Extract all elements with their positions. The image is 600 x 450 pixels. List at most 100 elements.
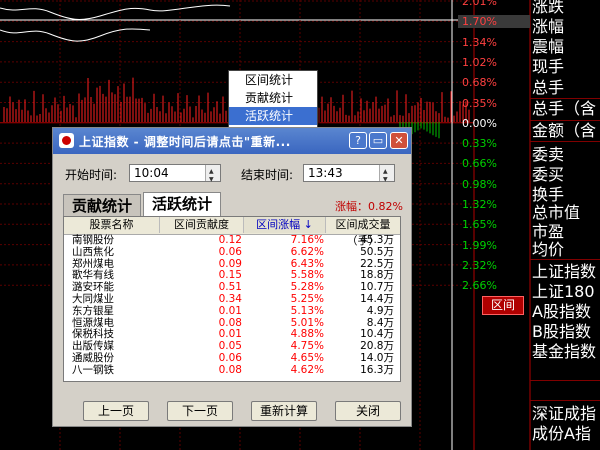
- quote-field: 总手2: [532, 78, 564, 98]
- table-row[interactable]: 恒源煤电 0.08 5.01% 8.4万: [64, 316, 400, 330]
- volume-value: 50.5万: [360, 245, 394, 258]
- column-header-change[interactable]: 区间涨幅 ↓: [244, 217, 326, 233]
- start-time-label: 开始时间:: [65, 168, 118, 182]
- quote-field: 现手: [532, 57, 564, 77]
- prev-page-button[interactable]: 上一页: [83, 401, 149, 421]
- quote-label: 总手（含: [532, 99, 597, 118]
- quote-label: 现手: [532, 57, 565, 76]
- contribution-value: 0.09: [218, 257, 242, 270]
- tab-contribution[interactable]: 贡献统计: [63, 194, 141, 216]
- quote-field[interactable]: 基金指数: [532, 342, 596, 362]
- table-row[interactable]: 大同煤业 0.34 5.25% 14.4万: [64, 293, 400, 306]
- table-row[interactable]: 出版传媒 0.05 4.75% 20.8万: [64, 341, 400, 353]
- change-value: 5.25%: [290, 293, 324, 305]
- percent-axis-label: 2.32%: [462, 258, 497, 272]
- percent-axis-label: 0.66%: [462, 157, 497, 171]
- quote-label: 委卖: [532, 145, 565, 164]
- percent-axis-label: 1.32%: [462, 198, 497, 211]
- volume-value: 16.3万: [360, 363, 394, 376]
- volume-value: 22.5万: [360, 257, 394, 270]
- quote-field: 震幅: [532, 37, 564, 57]
- quote-label: 上证指数: [532, 262, 597, 281]
- start-time-spinner[interactable]: [205, 164, 220, 188]
- stock-name: 南钢股份: [72, 234, 114, 246]
- quote-field: 委卖6: [532, 145, 564, 165]
- quote-field[interactable]: 上证指数: [532, 262, 596, 282]
- contribution-value: 0.08: [218, 363, 242, 376]
- quote-label: 深证成指: [532, 404, 597, 423]
- context-menu: 区间统计 贡献统计 活跃统计: [228, 70, 318, 128]
- contribution-value: 0.01: [218, 328, 242, 341]
- volume-value: 45.3万: [360, 234, 394, 246]
- minimize-icon[interactable]: ▭: [369, 132, 387, 149]
- interval-button[interactable]: 区间: [482, 296, 524, 315]
- average-line: [0, 28, 151, 42]
- quote-field: 总手（含: [532, 99, 596, 119]
- panel-divider: [530, 98, 600, 99]
- quote-field[interactable]: A股指数: [532, 302, 591, 322]
- panel-divider: [530, 380, 600, 381]
- stock-name: 山西焦化: [72, 245, 114, 258]
- stats-table: 股票名称 区间贡献度 区间涨幅 ↓ 区间成交量（手） 南钢股份 0.12 7.16%…: [63, 216, 401, 382]
- percent-axis-label: 1.70%: [458, 15, 530, 29]
- next-page-button[interactable]: 下一页: [167, 401, 233, 421]
- table-row[interactable]: 郑州煤电 0.09 6.43% 22.5万: [64, 257, 400, 271]
- percent-axis-label: 0.68%: [462, 76, 497, 90]
- quote-field: 委买4: [532, 165, 564, 185]
- quote-field[interactable]: 上证180: [532, 282, 595, 302]
- end-time-spinner[interactable]: [379, 164, 394, 188]
- table-row[interactable]: 八一钢铁 0.08 4.62% 16.3万: [64, 363, 400, 377]
- table-row[interactable]: 东方银星 0.01 5.13% 4.9万: [64, 304, 400, 318]
- table-row[interactable]: 潞安环能 0.51 5.28% 10.7万: [64, 282, 400, 294]
- contribution-value: 0.12: [218, 234, 242, 246]
- recalculate-button[interactable]: 重新计算: [251, 401, 317, 421]
- end-time-field[interactable]: 13:43: [303, 164, 395, 188]
- column-header-name[interactable]: 股票名称: [64, 217, 160, 233]
- quote-field: 涨跌: [532, 0, 564, 17]
- change-value: 5.28%: [290, 281, 324, 294]
- quote-field[interactable]: 深证成指: [532, 404, 596, 424]
- close-button[interactable]: 关闭: [335, 401, 401, 421]
- menu-item-active-stats[interactable]: 活跃统计: [229, 107, 317, 125]
- contribution-value: 0.08: [218, 316, 242, 329]
- percent-axis-label: 1.99%: [462, 238, 497, 252]
- close-icon[interactable]: ✕: [390, 132, 408, 149]
- quote-label: 总市值: [532, 203, 581, 222]
- percent-axis-label: 2.01%: [462, 0, 497, 8]
- quote-field[interactable]: B股指数: [532, 322, 591, 342]
- menu-item-contribution-stats[interactable]: 贡献统计: [229, 89, 317, 107]
- quote-field[interactable]: 成份A指: [532, 424, 591, 444]
- help-icon[interactable]: ?: [349, 132, 367, 149]
- tab-active[interactable]: 活跃统计: [143, 192, 221, 216]
- index-change-label: 涨幅：0.82%: [335, 200, 403, 213]
- volume-value: 4.9万: [366, 304, 394, 317]
- table-row[interactable]: 歌华有线 0.15 5.58% 18.8万: [64, 270, 400, 282]
- quote-label: 成份A指: [532, 424, 591, 443]
- table-row[interactable]: 南钢股份 0.12 7.16% 45.3万: [64, 234, 400, 247]
- column-header-volume[interactable]: 区间成交量（手）: [326, 217, 400, 247]
- quote-label: A股指数: [532, 302, 591, 321]
- percent-axis-label: 1.65%: [462, 218, 497, 232]
- percent-axis-label: 0.35%: [462, 96, 497, 110]
- quote-label: 震幅: [532, 37, 565, 56]
- change-value: 5.13%: [290, 304, 324, 317]
- dialog-titlebar[interactable]: 上证指数 - 调整时间后请点击"重新... ? ▭ ✕: [53, 128, 411, 154]
- percent-axis-label: 2.66%: [462, 279, 497, 293]
- table-row[interactable]: 山西焦化 0.06 6.62% 50.5万: [64, 245, 400, 259]
- volume-value: 18.8万: [360, 269, 394, 282]
- volume-value: 10.4万: [360, 328, 394, 341]
- contribution-value: 0.15: [218, 269, 242, 282]
- table-row[interactable]: 保税科技 0.01 4.88% 10.4万: [64, 329, 400, 341]
- quote-label: 涨跌: [532, 0, 565, 16]
- percent-axis-label: 1.34%: [462, 35, 497, 49]
- table-row[interactable]: 通威股份 0.06 4.65% 14.0万: [64, 352, 400, 365]
- start-time-field[interactable]: 10:04: [129, 164, 221, 188]
- change-value: 5.01%: [290, 316, 324, 329]
- percent-axis-label: 0.00%: [462, 116, 497, 130]
- contribution-value: 0.51: [218, 281, 242, 294]
- menu-item-interval-stats[interactable]: 区间统计: [229, 71, 317, 89]
- quote-field: 市盈: [532, 222, 564, 242]
- column-header-contribution[interactable]: 区间贡献度: [160, 217, 244, 233]
- change-value: 6.43%: [290, 257, 324, 270]
- volume-value: 20.8万: [360, 340, 394, 353]
